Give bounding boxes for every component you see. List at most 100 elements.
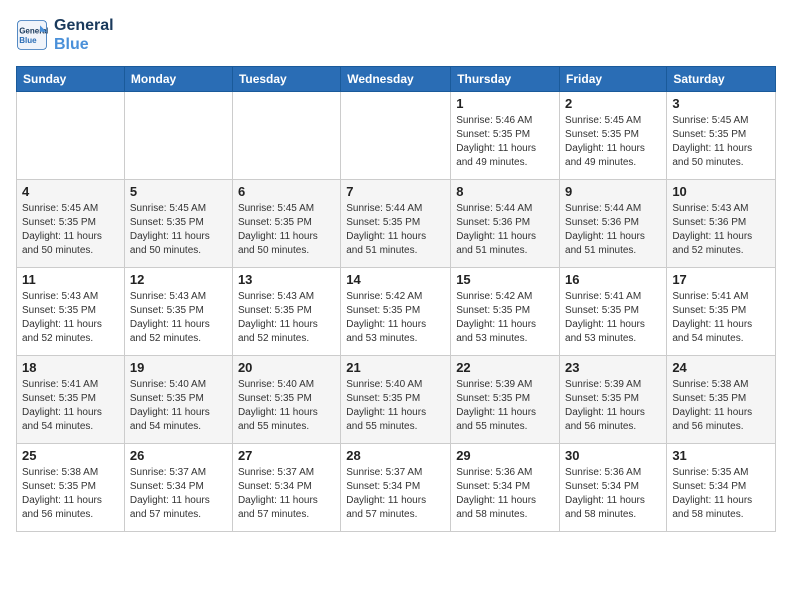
day-number: 28 (346, 448, 445, 463)
day-number: 16 (565, 272, 661, 287)
day-info: Sunrise: 5:42 AM Sunset: 5:35 PM Dayligh… (456, 290, 554, 346)
calendar-cell (232, 92, 340, 180)
calendar-cell: 23 Sunrise: 5:39 AM Sunset: 5:35 PM Dayli… (560, 356, 667, 444)
calendar-cell: 20 Sunrise: 5:40 AM Sunset: 5:35 PM Dayli… (232, 356, 340, 444)
day-number: 27 (238, 448, 335, 463)
calendar-cell: 9 Sunrise: 5:44 AM Sunset: 5:36 PM Daylig… (560, 180, 667, 268)
day-info: Sunrise: 5:46 AM Sunset: 5:35 PM Dayligh… (456, 114, 554, 170)
week-row-1: 1 Sunrise: 5:46 AM Sunset: 5:35 PM Daylig… (17, 92, 776, 180)
day-info: Sunrise: 5:45 AM Sunset: 5:35 PM Dayligh… (130, 202, 227, 258)
day-info: Sunrise: 5:43 AM Sunset: 5:35 PM Dayligh… (238, 290, 335, 346)
day-info: Sunrise: 5:43 AM Sunset: 5:35 PM Dayligh… (130, 290, 227, 346)
day-info: Sunrise: 5:35 AM Sunset: 5:34 PM Dayligh… (672, 466, 770, 522)
day-number: 23 (565, 360, 661, 375)
day-header-thursday: Thursday (451, 67, 560, 92)
day-number: 24 (672, 360, 770, 375)
day-info: Sunrise: 5:45 AM Sunset: 5:35 PM Dayligh… (238, 202, 335, 258)
day-number: 13 (238, 272, 335, 287)
day-number: 4 (22, 184, 119, 199)
calendar-cell: 7 Sunrise: 5:44 AM Sunset: 5:35 PM Daylig… (341, 180, 451, 268)
logo-icon: General Blue (16, 19, 48, 51)
svg-text:Blue: Blue (19, 36, 37, 45)
calendar-cell (17, 92, 125, 180)
day-number: 5 (130, 184, 227, 199)
day-number: 3 (672, 96, 770, 111)
day-info: Sunrise: 5:44 AM Sunset: 5:36 PM Dayligh… (565, 202, 661, 258)
calendar-cell: 11 Sunrise: 5:43 AM Sunset: 5:35 PM Dayli… (17, 268, 125, 356)
page-header: General Blue General Blue (16, 16, 776, 54)
calendar-cell (124, 92, 232, 180)
calendar-cell: 24Sunrise: 5:38 AM Sunset: 5:35 PM Dayli… (667, 356, 776, 444)
logo: General Blue General Blue (16, 16, 114, 54)
calendar-cell: 3 Sunrise: 5:45 AM Sunset: 5:35 PM Daylig… (667, 92, 776, 180)
calendar-cell: 17 Sunrise: 5:41 AM Sunset: 5:35 PM Dayli… (667, 268, 776, 356)
day-header-sunday: Sunday (17, 67, 125, 92)
calendar-cell: 13 Sunrise: 5:43 AM Sunset: 5:35 PM Dayli… (232, 268, 340, 356)
week-row-2: 4 Sunrise: 5:45 AM Sunset: 5:35 PM Daylig… (17, 180, 776, 268)
calendar-cell: 25 Sunrise: 5:38 AM Sunset: 5:35 PM Dayli… (17, 444, 125, 532)
day-info: Sunrise: 5:39 AM Sunset: 5:35 PM Dayligh… (456, 378, 554, 434)
calendar-cell: 18 Sunrise: 5:41 AM Sunset: 5:35 PM Dayli… (17, 356, 125, 444)
day-number: 26 (130, 448, 227, 463)
day-info: Sunrise: 5:40 AM Sunset: 5:35 PM Dayligh… (346, 378, 445, 434)
day-number: 6 (238, 184, 335, 199)
day-info: Sunrise: 5:43 AM Sunset: 5:35 PM Dayligh… (22, 290, 119, 346)
calendar-header-row: SundayMondayTuesdayWednesdayThursdayFrid… (17, 67, 776, 92)
day-header-saturday: Saturday (667, 67, 776, 92)
logo-text: General Blue (54, 16, 114, 54)
day-number: 21 (346, 360, 445, 375)
calendar-cell: 27 Sunrise: 5:37 AM Sunset: 5:34 PM Dayli… (232, 444, 340, 532)
day-number: 20 (238, 360, 335, 375)
day-number: 17 (672, 272, 770, 287)
calendar-cell: 16 Sunrise: 5:41 AM Sunset: 5:35 PM Dayli… (560, 268, 667, 356)
day-number: 12 (130, 272, 227, 287)
day-number: 22 (456, 360, 554, 375)
calendar-table: SundayMondayTuesdayWednesdayThursdayFrid… (16, 66, 776, 532)
day-number: 29 (456, 448, 554, 463)
calendar-cell: 22 Sunrise: 5:39 AM Sunset: 5:35 PM Dayli… (451, 356, 560, 444)
day-number: 30 (565, 448, 661, 463)
calendar-cell: 12 Sunrise: 5:43 AM Sunset: 5:35 PM Dayli… (124, 268, 232, 356)
day-number: 8 (456, 184, 554, 199)
calendar-cell: 26 Sunrise: 5:37 AM Sunset: 5:34 PM Dayli… (124, 444, 232, 532)
day-info: Sunrise: 5:44 AM Sunset: 5:36 PM Dayligh… (456, 202, 554, 258)
week-row-3: 11 Sunrise: 5:43 AM Sunset: 5:35 PM Dayli… (17, 268, 776, 356)
day-number: 9 (565, 184, 661, 199)
day-number: 25 (22, 448, 119, 463)
day-info: Sunrise: 5:45 AM Sunset: 5:35 PM Dayligh… (672, 114, 770, 170)
calendar-cell: 1 Sunrise: 5:46 AM Sunset: 5:35 PM Daylig… (451, 92, 560, 180)
calendar-cell: 15Sunrise: 5:42 AM Sunset: 5:35 PM Dayli… (451, 268, 560, 356)
calendar-cell: 28 Sunrise: 5:37 AM Sunset: 5:34 PM Dayli… (341, 444, 451, 532)
calendar-cell: 19Sunrise: 5:40 AM Sunset: 5:35 PM Dayli… (124, 356, 232, 444)
day-info: Sunrise: 5:38 AM Sunset: 5:35 PM Dayligh… (22, 466, 119, 522)
day-number: 7 (346, 184, 445, 199)
day-number: 10 (672, 184, 770, 199)
day-number: 11 (22, 272, 119, 287)
day-info: Sunrise: 5:40 AM Sunset: 5:35 PM Dayligh… (238, 378, 335, 434)
day-info: Sunrise: 5:37 AM Sunset: 5:34 PM Dayligh… (130, 466, 227, 522)
day-number: 19 (130, 360, 227, 375)
calendar-cell: 8 Sunrise: 5:44 AM Sunset: 5:36 PM Daylig… (451, 180, 560, 268)
day-info: Sunrise: 5:41 AM Sunset: 5:35 PM Dayligh… (22, 378, 119, 434)
day-number: 18 (22, 360, 119, 375)
day-info: Sunrise: 5:37 AM Sunset: 5:34 PM Dayligh… (238, 466, 335, 522)
calendar-cell: 14 Sunrise: 5:42 AM Sunset: 5:35 PM Dayli… (341, 268, 451, 356)
day-info: Sunrise: 5:41 AM Sunset: 5:35 PM Dayligh… (672, 290, 770, 346)
day-header-tuesday: Tuesday (232, 67, 340, 92)
day-header-wednesday: Wednesday (341, 67, 451, 92)
day-info: Sunrise: 5:37 AM Sunset: 5:34 PM Dayligh… (346, 466, 445, 522)
calendar-cell (341, 92, 451, 180)
calendar-cell: 21 Sunrise: 5:40 AM Sunset: 5:35 PM Dayli… (341, 356, 451, 444)
day-number: 1 (456, 96, 554, 111)
day-header-friday: Friday (560, 67, 667, 92)
calendar-cell: 6 Sunrise: 5:45 AM Sunset: 5:35 PM Daylig… (232, 180, 340, 268)
calendar-cell: 10 Sunrise: 5:43 AM Sunset: 5:36 PM Dayli… (667, 180, 776, 268)
day-info: Sunrise: 5:42 AM Sunset: 5:35 PM Dayligh… (346, 290, 445, 346)
day-info: Sunrise: 5:39 AM Sunset: 5:35 PM Dayligh… (565, 378, 661, 434)
week-row-4: 18 Sunrise: 5:41 AM Sunset: 5:35 PM Dayli… (17, 356, 776, 444)
day-number: 14 (346, 272, 445, 287)
day-info: Sunrise: 5:41 AM Sunset: 5:35 PM Dayligh… (565, 290, 661, 346)
day-info: Sunrise: 5:44 AM Sunset: 5:35 PM Dayligh… (346, 202, 445, 258)
day-info: Sunrise: 5:43 AM Sunset: 5:36 PM Dayligh… (672, 202, 770, 258)
calendar-cell: 30Sunrise: 5:36 AM Sunset: 5:34 PM Dayli… (560, 444, 667, 532)
